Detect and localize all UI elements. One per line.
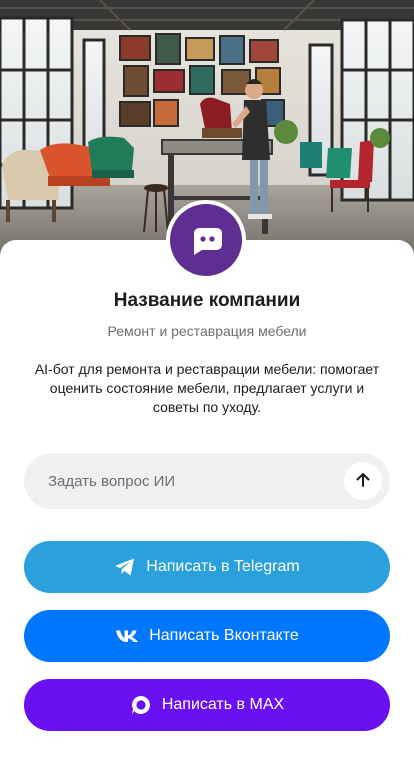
avatar	[166, 200, 246, 280]
telegram-icon	[114, 557, 136, 577]
ask-ai-box	[24, 453, 390, 509]
send-button[interactable]	[344, 462, 382, 500]
company-subtitle: Ремонт и реставрация мебели	[107, 323, 307, 339]
arrow-up-icon	[354, 471, 372, 492]
company-name: Название компании	[113, 290, 301, 311]
vk-button[interactable]: Написать Вконтакте	[24, 610, 390, 662]
max-icon	[130, 694, 152, 716]
max-button-label: Написать в MAX	[161, 696, 285, 713]
chat-bot-icon	[170, 204, 242, 276]
ask-ai-input[interactable]	[48, 472, 344, 490]
company-description: AI-бот для ремонта и реставрации мебели:…	[34, 361, 380, 415]
vk-icon	[115, 629, 139, 643]
max-button[interactable]: Написать в MAX	[24, 679, 390, 731]
telegram-button-label: Написать в Telegram	[146, 558, 300, 575]
vk-button-label: Написать Вконтакте	[149, 627, 299, 644]
telegram-button[interactable]: Написать в Telegram	[24, 541, 390, 593]
